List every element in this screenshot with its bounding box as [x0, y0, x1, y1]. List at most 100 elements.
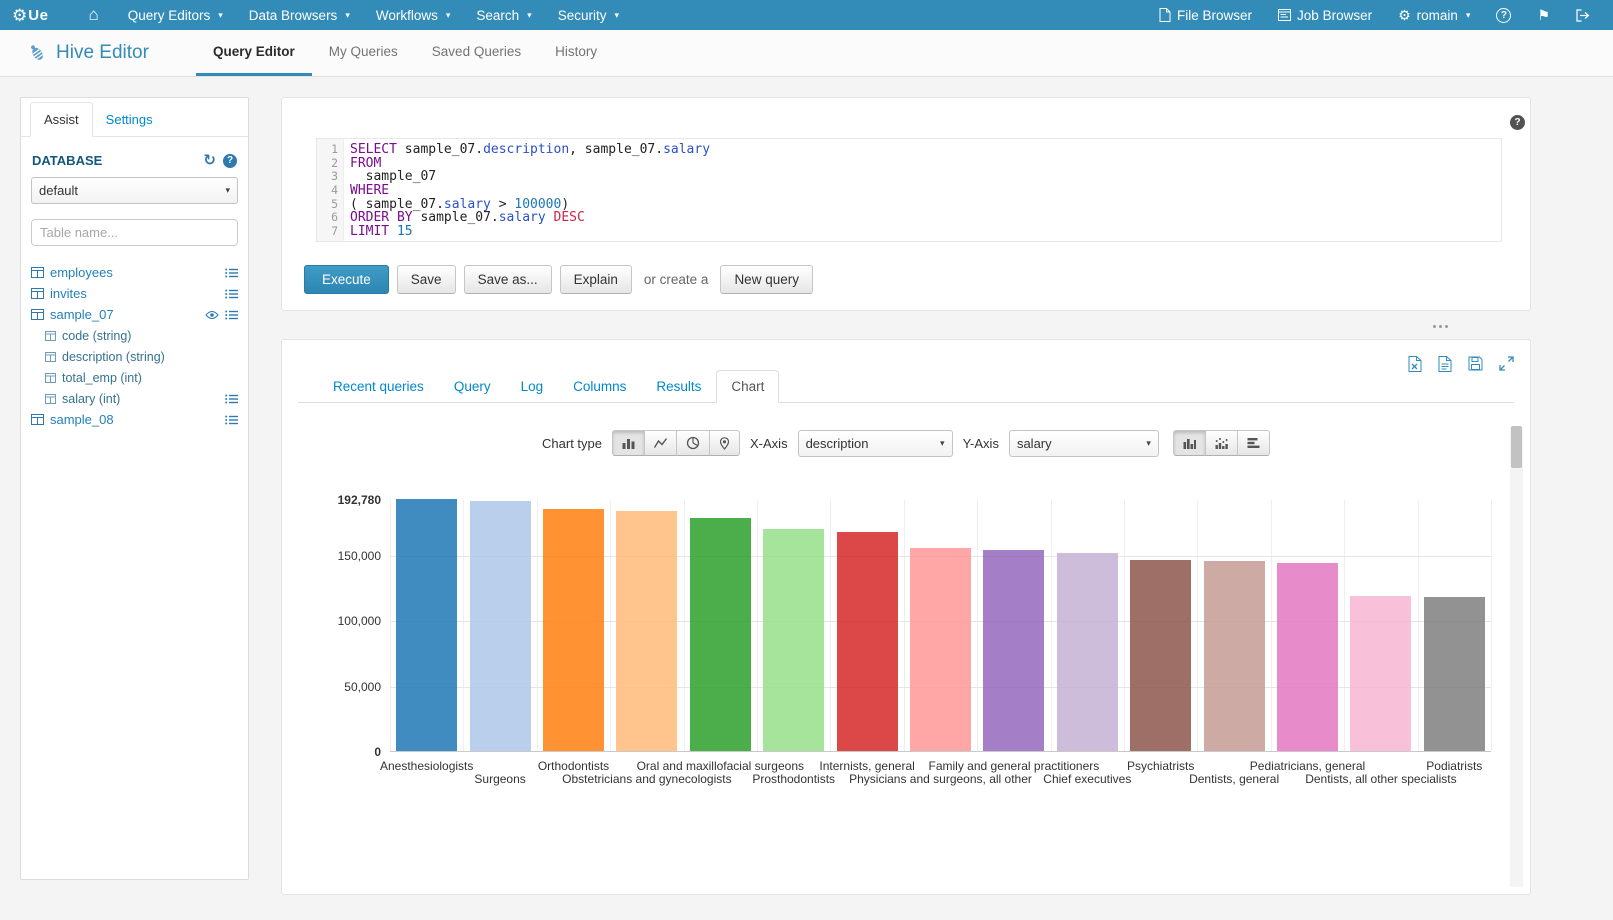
chart-type-bars-button[interactable]	[612, 430, 645, 456]
resize-handle[interactable]	[1429, 321, 1457, 331]
save-button[interactable]: Save	[397, 265, 456, 294]
table-item-invites[interactable]: invites	[31, 283, 238, 304]
grouped-bars-button[interactable]	[1173, 430, 1206, 456]
results-scrollbar[interactable]	[1510, 426, 1523, 887]
user-menu[interactable]: ⚙ romain ▾	[1385, 0, 1483, 30]
stacked-bars-button[interactable]	[1205, 430, 1238, 456]
column-item-salary-int[interactable]: salary (int)	[45, 388, 238, 409]
table-menu-icon[interactable]	[225, 415, 238, 425]
explain-button[interactable]: Explain	[560, 265, 632, 294]
horizontal-bars-button[interactable]	[1237, 430, 1270, 456]
bar-physicians-and-surgeons-all-other[interactable]	[910, 548, 971, 751]
database-select[interactable]: default ▾	[31, 177, 238, 204]
bar-psychiatrists[interactable]	[1130, 560, 1191, 751]
sql-editor[interactable]: 1234567 SELECT sample_07.description, sa…	[316, 138, 1502, 242]
grid-line-vertical	[904, 500, 905, 751]
preview-eye-icon[interactable]	[205, 310, 219, 320]
logout-button[interactable]	[1563, 0, 1603, 30]
app-title[interactable]: Hive Editor	[26, 42, 184, 64]
help-button[interactable]: ?	[1483, 0, 1524, 30]
topnav-menu-search[interactable]: Search▾	[463, 0, 544, 30]
tab-history[interactable]: History	[538, 30, 614, 76]
table-menu-icon[interactable]	[225, 268, 238, 278]
y-axis-select[interactable]: salary ▾	[1009, 430, 1159, 457]
topnav-menu-workflows[interactable]: Workflows ▾	[363, 0, 464, 30]
menu-label: Security	[558, 8, 607, 23]
new-query-button[interactable]: New query	[720, 265, 813, 294]
results-tab-results[interactable]: Results	[641, 370, 716, 403]
grouped-bars-icon	[1183, 437, 1196, 449]
table-item-sample-07[interactable]: sample_07	[31, 304, 238, 325]
column-item-code-string[interactable]: code (string)	[45, 325, 238, 346]
bar-pediatricians-general[interactable]	[1277, 563, 1338, 752]
bar-podiatrists[interactable]	[1424, 597, 1485, 751]
results-tab-columns[interactable]: Columns	[558, 370, 641, 403]
y-axis-value: salary	[1017, 436, 1052, 451]
tab-query-editor[interactable]: Query Editor	[196, 30, 312, 76]
tab-saved-queries[interactable]: Saved Queries	[415, 30, 538, 76]
assist-help-icon[interactable]: ?	[223, 154, 237, 168]
feedback-flag-button[interactable]: ⚑	[1524, 0, 1563, 30]
database-header: DATABASE ↻ ?	[32, 153, 237, 168]
y-axis-tick: 100,000	[338, 614, 381, 628]
chart-type-line-button[interactable]	[644, 430, 677, 456]
table-menu-icon[interactable]	[225, 289, 238, 299]
results-tab-chart[interactable]: Chart	[716, 370, 779, 403]
query-editor-panel: ? 1234567 SELECT sample_07.description, …	[281, 97, 1531, 311]
scrollbar-thumb[interactable]	[1511, 426, 1522, 468]
menu-label: Workflows	[376, 8, 438, 23]
column-item-total-emp-int[interactable]: total_emp (int)	[45, 367, 238, 388]
bar-internists-general[interactable]	[837, 532, 898, 751]
assist-panel: Assist Settings DATABASE ↻ ? default ▾ e…	[20, 97, 249, 880]
file-browser-button[interactable]: File Browser	[1146, 0, 1265, 30]
bar-orthodontists[interactable]	[543, 509, 604, 751]
chart-type-pie-button[interactable]	[676, 430, 710, 456]
chevron-down-icon: ▾	[446, 10, 451, 21]
editor-code: SELECT sample_07.description, sample_07.…	[344, 139, 710, 241]
topnav-menu-query-editors[interactable]: Query Editors▾	[115, 0, 236, 30]
bar-oral-and-maxillofacial-surgeons[interactable]	[690, 518, 751, 751]
table-item-sample-08[interactable]: sample_08	[31, 409, 238, 430]
grid-line-vertical	[390, 500, 391, 751]
hue-logo[interactable]: ⚙ Ue	[12, 7, 48, 24]
bar-dentists-all-other-specialists[interactable]	[1350, 596, 1411, 751]
table-name: sample_07	[50, 307, 114, 322]
refresh-icon[interactable]: ↻	[203, 153, 216, 168]
bar-obstetricians-and-gynecologists[interactable]	[616, 511, 677, 751]
bar-family-and-general-practitioners[interactable]	[983, 550, 1044, 751]
bar-prosthodontists[interactable]	[763, 529, 824, 751]
table-search-input[interactable]	[31, 219, 238, 246]
column-menu-icon[interactable]	[225, 394, 238, 404]
home-button[interactable]: ⌂	[72, 0, 114, 30]
tab-settings[interactable]: Settings	[93, 103, 166, 136]
x-axis-label: X-Axis	[750, 436, 788, 451]
bar-chief-executives[interactable]	[1057, 553, 1118, 751]
column-label: total_emp (int)	[62, 371, 142, 385]
results-tab-recent-queries[interactable]: Recent queries	[318, 370, 439, 403]
tab-my-queries[interactable]: My Queries	[312, 30, 415, 76]
grid-line-vertical	[1491, 500, 1492, 751]
tab-assist[interactable]: Assist	[30, 102, 93, 137]
editor-help-icon[interactable]: ?	[1510, 115, 1525, 130]
execute-button[interactable]: Execute	[304, 265, 389, 294]
code-line: ( sample_07.salary > 100000)	[350, 198, 710, 212]
table-icon	[31, 414, 44, 425]
chart-type-map-button[interactable]	[709, 430, 740, 456]
results-tab-query[interactable]: Query	[439, 370, 506, 403]
bar-surgeons[interactable]	[470, 501, 531, 751]
table-menu-icon[interactable]	[225, 310, 238, 320]
job-browser-button[interactable]: Job Browser	[1265, 0, 1385, 30]
file-icon	[1159, 8, 1171, 22]
bar-dentists-general[interactable]	[1204, 561, 1265, 751]
table-icon	[31, 288, 44, 299]
bar-chart: 050,000100,000150,000192,780 Anesthesiol…	[282, 500, 1532, 800]
file-browser-label: File Browser	[1177, 8, 1252, 23]
save-as-button[interactable]: Save as...	[464, 265, 552, 294]
bar-anesthesiologists[interactable]	[396, 499, 457, 751]
table-item-employees[interactable]: employees	[31, 262, 238, 283]
x-axis-select[interactable]: description ▾	[798, 430, 953, 457]
results-tab-log[interactable]: Log	[506, 370, 559, 403]
column-item-description-string[interactable]: description (string)	[45, 346, 238, 367]
topnav-menu-security[interactable]: Security▾	[545, 0, 632, 30]
topnav-menu-data-browsers[interactable]: Data Browsers▾	[236, 0, 363, 30]
